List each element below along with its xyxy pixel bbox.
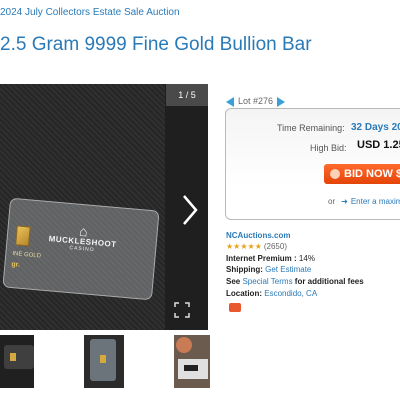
time-remaining-label: Time Remaining: (277, 123, 345, 133)
special-terms: See Special Terms for additional fees (226, 277, 364, 286)
expand-icon[interactable] (174, 302, 190, 318)
location-info: Location: Escondido, CA (226, 289, 317, 298)
breadcrumb[interactable]: 2024 July Collectors Estate Sale Auction (0, 7, 180, 18)
star-icon: ★★★★★ (226, 242, 262, 251)
bid-panel: Time Remaining: 32 Days 20 High Bid: USD… (225, 108, 400, 220)
max-bid-line: or ➜Enter a maximum (328, 197, 400, 206)
arrow-right-icon: ➜ (341, 197, 348, 206)
bid-now-button[interactable]: BID NOW $ (324, 164, 400, 184)
thumbnail-1[interactable] (0, 335, 34, 388)
lot-number: Lot #276 (238, 96, 274, 106)
image-viewer[interactable]: ⌂ MUCKLESHOOT CASINO INE GOLD gr. (0, 84, 208, 330)
shipping-label: Shipping: (226, 265, 263, 274)
seller-rating[interactable]: ★★★★★ (2650) (226, 242, 287, 251)
premium-label: Internet Premium : (226, 254, 297, 263)
lot-nav: Lot #276 (226, 96, 286, 107)
terms-suffix: for additional fees (294, 277, 364, 286)
internet-premium: Internet Premium : 14% (226, 254, 315, 263)
page-title: 2.5 Gram 9999 Fine Gold Bullion Bar (0, 34, 312, 55)
app-badge-icon[interactable] (229, 303, 241, 312)
shipping-info: Shipping: Get Estimate (226, 265, 311, 274)
card-logo: ⌂ MUCKLESHOOT CASINO (48, 222, 117, 254)
card-weight: gr. (11, 261, 21, 269)
product-photo: ⌂ MUCKLESHOOT CASINO INE GOLD gr. (0, 84, 165, 330)
prev-lot-icon[interactable] (226, 96, 234, 107)
or-text: or (328, 197, 336, 206)
max-bid-link[interactable]: Enter a maximum (351, 197, 400, 206)
rating-count: (2650) (263, 242, 287, 251)
card-text: INE GOLD (12, 251, 42, 260)
gold-bar-image (15, 225, 31, 247)
special-terms-link[interactable]: Special Terms (242, 277, 292, 286)
bullion-card: ⌂ MUCKLESHOOT CASINO INE GOLD gr. (2, 197, 160, 301)
high-bid-value: USD 1.25 (357, 139, 400, 151)
location-label: Location: (226, 289, 262, 298)
location-value: Escondido, CA (264, 289, 318, 298)
next-lot-icon[interactable] (277, 96, 286, 107)
premium-value: 14% (298, 254, 315, 263)
gavel-icon (330, 169, 340, 179)
seller-name-link[interactable]: NCAuctions.com (226, 231, 290, 240)
thumbnail-3[interactable] (174, 335, 210, 388)
next-arrow-icon[interactable] (178, 190, 202, 230)
shipping-estimate-link[interactable]: Get Estimate (265, 265, 311, 274)
time-remaining-value: 32 Days 20 (351, 122, 400, 133)
terms-prefix: See (226, 277, 241, 286)
image-counter: 1 / 5 (166, 84, 208, 106)
thumbnail-2[interactable] (84, 335, 124, 388)
bid-now-label: BID NOW $ (344, 168, 400, 180)
high-bid-label: High Bid: (310, 143, 347, 153)
